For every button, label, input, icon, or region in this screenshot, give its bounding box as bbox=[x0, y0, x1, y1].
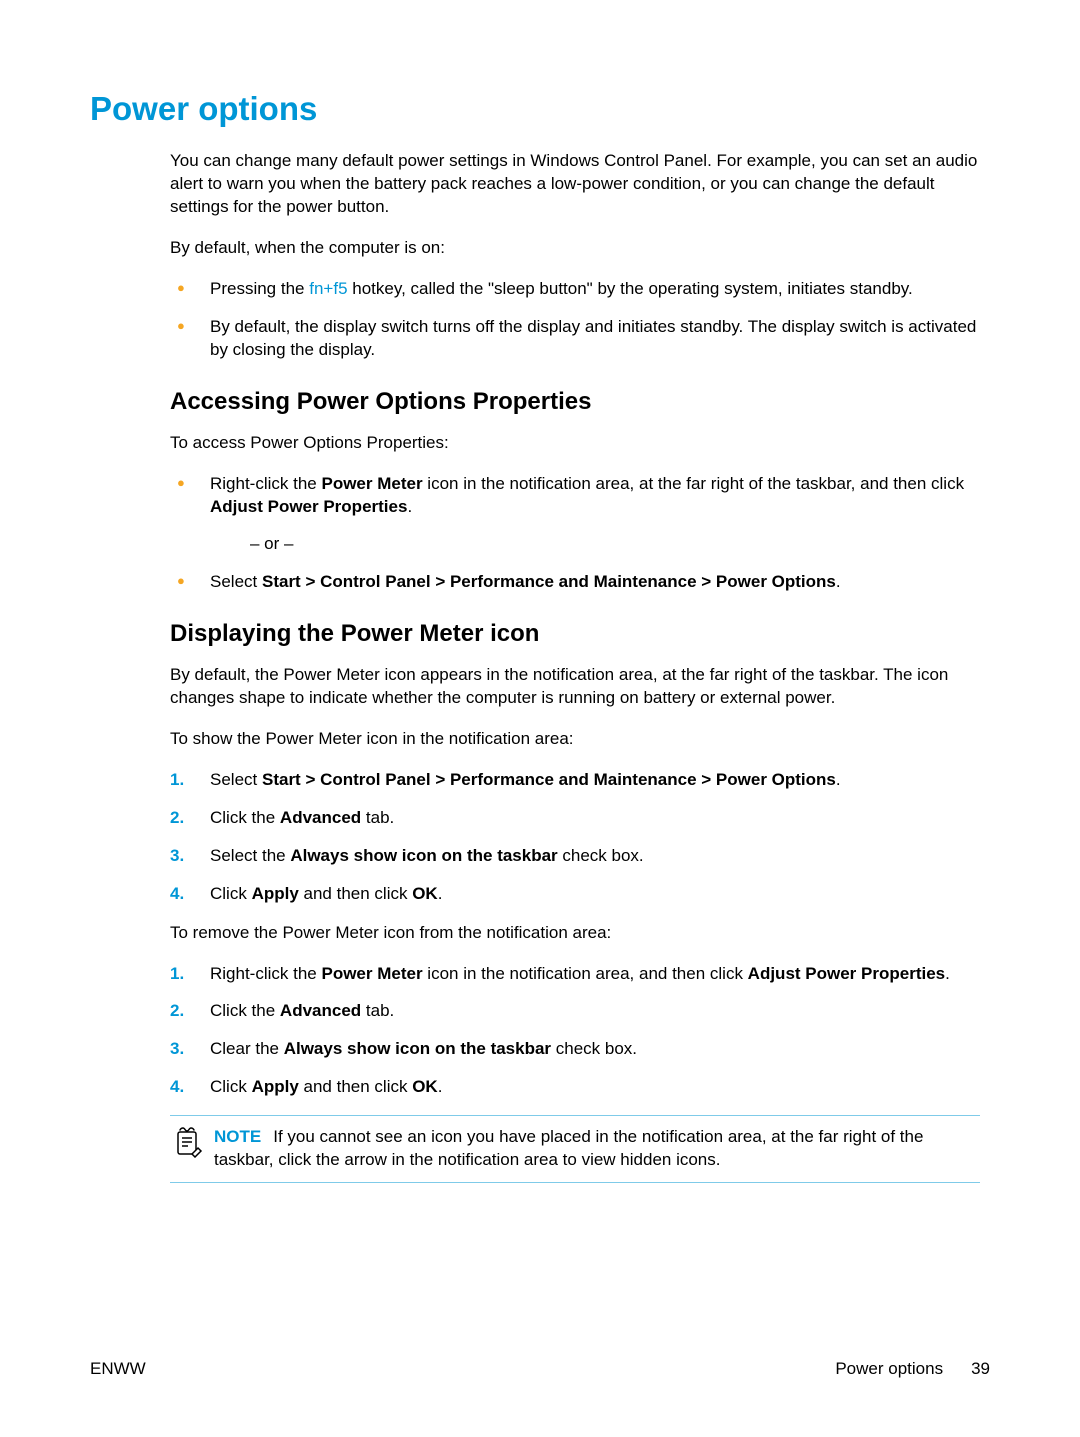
note-icon bbox=[170, 1126, 214, 1158]
text: . bbox=[407, 497, 412, 516]
list-item: Clear the Always show icon on the taskba… bbox=[170, 1038, 980, 1061]
list-item: Select Start > Control Panel > Performan… bbox=[170, 769, 980, 792]
bold-text: Advanced bbox=[280, 808, 361, 827]
list-item: Click Apply and then click OK. bbox=[170, 883, 980, 906]
footer-left: ENWW bbox=[90, 1359, 146, 1379]
text: . bbox=[836, 572, 841, 591]
text: check box. bbox=[551, 1039, 637, 1058]
bold-text: Advanced bbox=[280, 1001, 361, 1020]
hotkey-link[interactable]: fn+f5 bbox=[309, 279, 347, 298]
section-accessing-title: Accessing Power Options Properties bbox=[170, 386, 980, 418]
default-on-list: Pressing the fn+f5 hotkey, called the "s… bbox=[170, 278, 980, 362]
bold-text: Power Meter bbox=[321, 474, 422, 493]
page-footer: ENWW Power options 39 bbox=[90, 1359, 990, 1379]
bold-text: Adjust Power Properties bbox=[748, 964, 945, 983]
text: Select bbox=[210, 572, 262, 591]
text: Select bbox=[210, 770, 262, 789]
text: Click bbox=[210, 1077, 252, 1096]
bold-text: Start > Control Panel > Performance and … bbox=[262, 770, 836, 789]
page-title: Power options bbox=[90, 90, 990, 128]
list-item: Pressing the fn+f5 hotkey, called the "s… bbox=[170, 278, 980, 301]
text: . bbox=[945, 964, 950, 983]
text: and then click bbox=[299, 1077, 412, 1096]
text: Click the bbox=[210, 1001, 280, 1020]
text: Pressing the bbox=[210, 279, 309, 298]
bold-text: Apply bbox=[252, 884, 299, 903]
text: icon in the notification area, and then … bbox=[423, 964, 748, 983]
text: . bbox=[836, 770, 841, 789]
bold-text: OK bbox=[412, 884, 438, 903]
show-intro: To show the Power Meter icon in the noti… bbox=[170, 728, 980, 751]
bold-text: OK bbox=[412, 1077, 438, 1096]
text: check box. bbox=[558, 846, 644, 865]
by-default-label: By default, when the computer is on: bbox=[170, 237, 980, 260]
displaying-intro: By default, the Power Meter icon appears… bbox=[170, 664, 980, 710]
bold-text: Always show icon on the taskbar bbox=[290, 846, 557, 865]
list-item: Select the Always show icon on the taskb… bbox=[170, 845, 980, 868]
text: and then click bbox=[299, 884, 412, 903]
list-item: Select Start > Control Panel > Performan… bbox=[170, 571, 980, 594]
section-displaying-title: Displaying the Power Meter icon bbox=[170, 618, 980, 650]
or-separator: – or – bbox=[250, 533, 980, 556]
list-item: Right-click the Power Meter icon in the … bbox=[170, 963, 980, 986]
text: tab. bbox=[361, 808, 394, 827]
text: Click bbox=[210, 884, 252, 903]
accessing-intro: To access Power Options Properties: bbox=[170, 432, 980, 455]
note-callout: NOTEIf you cannot see an icon you have p… bbox=[170, 1115, 980, 1183]
text: icon in the notification area, at the fa… bbox=[423, 474, 965, 493]
list-item: By default, the display switch turns off… bbox=[170, 316, 980, 362]
text: hotkey, called the "sleep button" by the… bbox=[348, 279, 913, 298]
bold-text: Start > Control Panel > Performance and … bbox=[262, 572, 836, 591]
text: Right-click the bbox=[210, 964, 321, 983]
list-item: Click Apply and then click OK. bbox=[170, 1076, 980, 1099]
accessing-list: Right-click the Power Meter icon in the … bbox=[170, 473, 980, 594]
intro-paragraph: You can change many default power settin… bbox=[170, 150, 980, 219]
text: . bbox=[438, 884, 443, 903]
bold-text: Adjust Power Properties bbox=[210, 497, 407, 516]
note-label: NOTE bbox=[214, 1127, 273, 1146]
list-item: Right-click the Power Meter icon in the … bbox=[170, 473, 980, 556]
page-number: 39 bbox=[971, 1359, 990, 1379]
list-item: Click the Advanced tab. bbox=[170, 807, 980, 830]
text: tab. bbox=[361, 1001, 394, 1020]
text: Right-click the bbox=[210, 474, 321, 493]
footer-section-title: Power options bbox=[835, 1359, 971, 1379]
text: Clear the bbox=[210, 1039, 284, 1058]
show-steps: Select Start > Control Panel > Performan… bbox=[170, 769, 980, 906]
remove-steps: Right-click the Power Meter icon in the … bbox=[170, 963, 980, 1100]
bold-text: Always show icon on the taskbar bbox=[284, 1039, 551, 1058]
note-body: If you cannot see an icon you have place… bbox=[214, 1127, 923, 1169]
text: Click the bbox=[210, 808, 280, 827]
bold-text: Power Meter bbox=[321, 964, 422, 983]
bold-text: Apply bbox=[252, 1077, 299, 1096]
remove-intro: To remove the Power Meter icon from the … bbox=[170, 922, 980, 945]
text: Select the bbox=[210, 846, 290, 865]
text: . bbox=[438, 1077, 443, 1096]
list-item: Click the Advanced tab. bbox=[170, 1000, 980, 1023]
